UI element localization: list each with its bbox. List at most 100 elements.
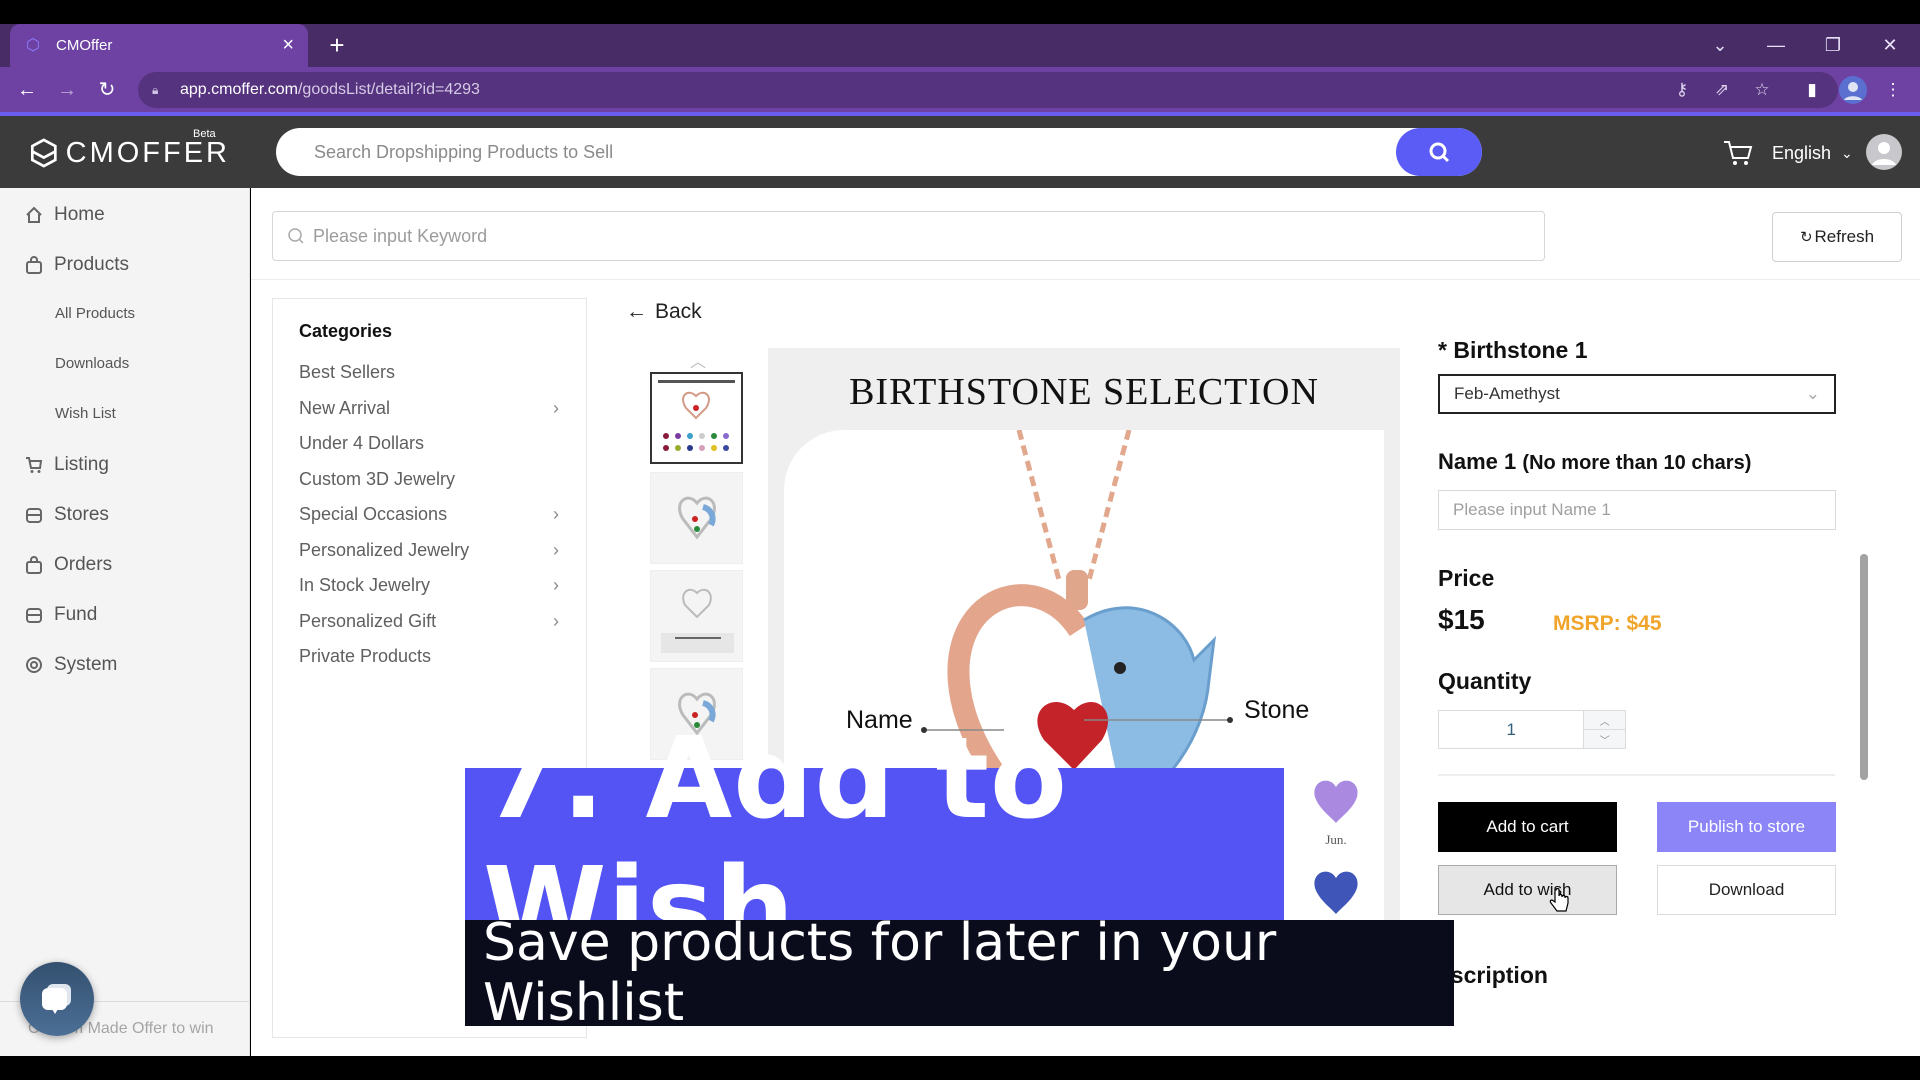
- category-item[interactable]: Best Sellers: [299, 362, 559, 383]
- restore-icon[interactable]: ❐: [1813, 30, 1853, 60]
- cart-icon[interactable]: [1722, 137, 1754, 169]
- url-host: app.cmoffer.com: [180, 81, 298, 98]
- name-input[interactable]: Please input Name 1: [1438, 490, 1836, 530]
- sidebar-item-orders[interactable]: Orders: [24, 554, 112, 576]
- category-item[interactable]: In Stock Jewelry ›: [299, 575, 559, 596]
- chevron-right-icon: ›: [553, 398, 559, 418]
- download-button[interactable]: Download: [1657, 865, 1836, 915]
- language-selector[interactable]: English ⌄: [1772, 140, 1853, 166]
- sidebar-item-label: Listing: [54, 454, 109, 475]
- category-label: Personalized Jewelry: [299, 540, 470, 560]
- language-label: English: [1772, 142, 1832, 163]
- sidebar-item-fund[interactable]: Fund: [24, 604, 97, 626]
- price-value: $15: [1438, 604, 1485, 635]
- user-icon: [1872, 142, 1896, 165]
- chevron-down-icon: ⌄: [1841, 144, 1853, 161]
- birthstone-value: Feb-Amethyst: [1454, 384, 1560, 403]
- search-button[interactable]: [1396, 128, 1482, 176]
- thumbnail-3[interactable]: [650, 570, 743, 662]
- sidebar-item-products[interactable]: Products: [24, 254, 129, 276]
- tab-close-icon[interactable]: ×: [282, 34, 294, 57]
- category-item[interactable]: Personalized Jewelry ›: [299, 540, 559, 561]
- user-avatar[interactable]: [1866, 134, 1902, 170]
- refresh-button[interactable]: ↻ Refresh: [1772, 212, 1902, 262]
- chevron-right-icon: ›: [553, 575, 559, 595]
- quantity-value[interactable]: 1: [1439, 711, 1583, 748]
- category-item[interactable]: Custom 3D Jewelry: [299, 469, 559, 490]
- name-label-text: Name 1: [1438, 449, 1517, 474]
- kebab-menu-icon[interactable]: ⋮: [1880, 77, 1906, 103]
- browser-tab[interactable]: ⬡ CMOffer ×: [10, 24, 308, 67]
- name-hint-text: (No more than 10 chars): [1522, 452, 1752, 474]
- description-heading: escription: [1438, 962, 1548, 988]
- quantity-stepper[interactable]: 1 ︿ ﹀: [1438, 710, 1626, 749]
- birthstone-label: * Birthstone 1: [1438, 337, 1588, 363]
- sidebar-item-stores[interactable]: Stores: [24, 504, 109, 526]
- chevron-right-icon: ›: [553, 540, 559, 560]
- sidebar-subitem-wish-list[interactable]: Wish List: [55, 405, 116, 422]
- star-icon[interactable]: ☆: [1749, 77, 1775, 103]
- new-tab-button[interactable]: +: [322, 30, 352, 60]
- reload-icon[interactable]: ↻: [92, 75, 122, 105]
- url-path: /goodsList/detail?id=4293: [297, 81, 480, 98]
- section-divider: [1438, 774, 1835, 776]
- sidebar-subitem-all-products[interactable]: All Products: [55, 305, 135, 322]
- gem-label: Jun.: [1325, 832, 1347, 847]
- sidebar-item-listing[interactable]: Listing: [24, 454, 109, 476]
- back-arrow-icon[interactable]: ←: [12, 75, 42, 105]
- category-label: Private Products: [299, 646, 432, 666]
- sidebar-item-label: Orders: [54, 554, 113, 575]
- decrement-icon[interactable]: ﹀: [1584, 730, 1625, 748]
- thumbnail-scroll-up-icon[interactable]: ︿: [690, 348, 706, 372]
- thumbnail-1[interactable]: [650, 372, 743, 464]
- increment-icon[interactable]: ︿: [1584, 711, 1625, 730]
- category-label: Custom 3D Jewelry: [299, 469, 456, 489]
- share-icon[interactable]: ⇗: [1709, 77, 1735, 103]
- publish-to-store-button[interactable]: Publish to store: [1657, 802, 1836, 852]
- category-label: Personalized Gift: [299, 611, 437, 631]
- category-label: Under 4 Dollars: [299, 433, 425, 453]
- cmoffer-logo[interactable]: CMOFFER Beta: [30, 128, 230, 174]
- category-item[interactable]: Personalized Gift ›: [299, 611, 559, 632]
- scrollbar-thumb[interactable]: [1860, 554, 1868, 780]
- chevron-right-icon: ›: [553, 611, 559, 631]
- add-to-cart-button[interactable]: Add to cart: [1438, 802, 1617, 852]
- category-item[interactable]: New Arrival ›: [299, 398, 559, 419]
- categories-title: Categories: [299, 321, 393, 341]
- category-item[interactable]: Under 4 Dollars: [299, 433, 559, 454]
- bag-icon: [24, 555, 44, 575]
- refresh-icon: ↻: [1799, 229, 1813, 246]
- refresh-label: Refresh: [1814, 227, 1875, 246]
- keyword-search-input[interactable]: Please input Keyword: [272, 211, 1545, 261]
- category-item[interactable]: Private Products: [299, 646, 559, 667]
- forward-arrow-icon[interactable]: →: [52, 75, 82, 105]
- gem-swatch-june: Jun.: [1308, 773, 1364, 848]
- tutorial-step-title: 7. Add to Wish: [465, 714, 1284, 974]
- category-label: New Arrival: [299, 398, 391, 418]
- birthstone-select[interactable]: Feb-Amethyst ⌄: [1438, 374, 1836, 414]
- store-icon: [24, 505, 44, 525]
- add-to-wish-button[interactable]: Add to wish: [1438, 865, 1617, 915]
- close-window-icon[interactable]: ✕: [1870, 30, 1910, 60]
- store-icon: [24, 605, 44, 625]
- sidebar-subitem-downloads[interactable]: Downloads: [55, 355, 129, 372]
- tab-title: CMOffer: [56, 37, 113, 54]
- category-item[interactable]: Special Occasions ›: [299, 504, 559, 525]
- back-link[interactable]: ← Back: [626, 300, 702, 324]
- cart-icon: [24, 455, 44, 475]
- product-search-input[interactable]: Search Dropshipping Products to Sell: [276, 128, 1482, 176]
- profile-icon[interactable]: [1839, 76, 1867, 104]
- sidebar-item-system[interactable]: System: [24, 654, 117, 676]
- url-bar[interactable]: 🔒︎ app.cmoffer.com /goodsList/detail?id=…: [138, 72, 1838, 108]
- minimize-icon[interactable]: —: [1756, 30, 1796, 60]
- sidebar: Home Products All Products Downloads Wis…: [0, 188, 250, 1056]
- sidebar-item-home[interactable]: Home: [24, 204, 105, 226]
- thumbnail-2[interactable]: [650, 472, 743, 564]
- tab-search-chevron-icon[interactable]: ⌄: [1700, 30, 1740, 60]
- screen-bottom-bar: [0, 1056, 1920, 1080]
- chat-button[interactable]: [20, 962, 94, 1036]
- sidebar-item-label: Products: [54, 254, 129, 275]
- screen-top-bar: [0, 0, 1920, 24]
- key-icon[interactable]: ⚷: [1669, 77, 1695, 103]
- sidepanel-icon[interactable]: ▮: [1799, 77, 1825, 103]
